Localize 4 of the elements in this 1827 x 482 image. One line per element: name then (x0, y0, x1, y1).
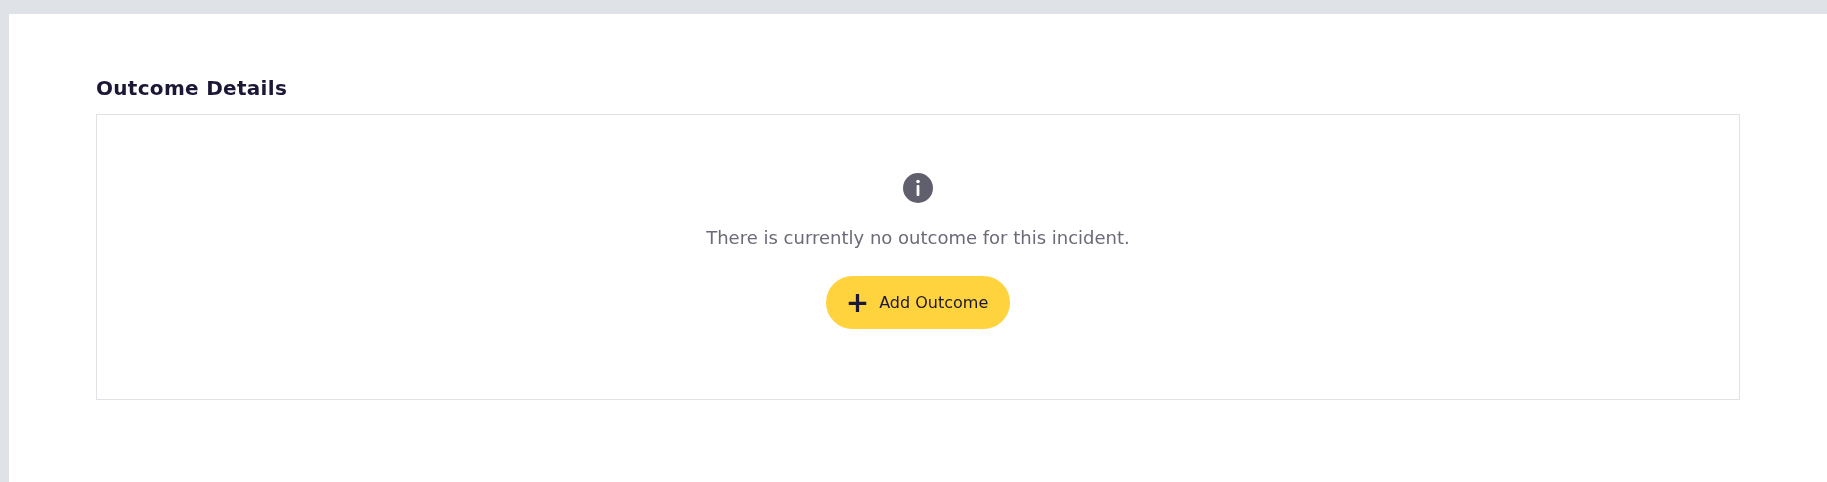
info-icon (903, 173, 933, 203)
empty-message: There is currently no outcome for this incident. (706, 227, 1130, 248)
section-title: Outcome Details (96, 76, 289, 100)
add-outcome-button[interactable]: + Add Outcome (825, 276, 1011, 329)
